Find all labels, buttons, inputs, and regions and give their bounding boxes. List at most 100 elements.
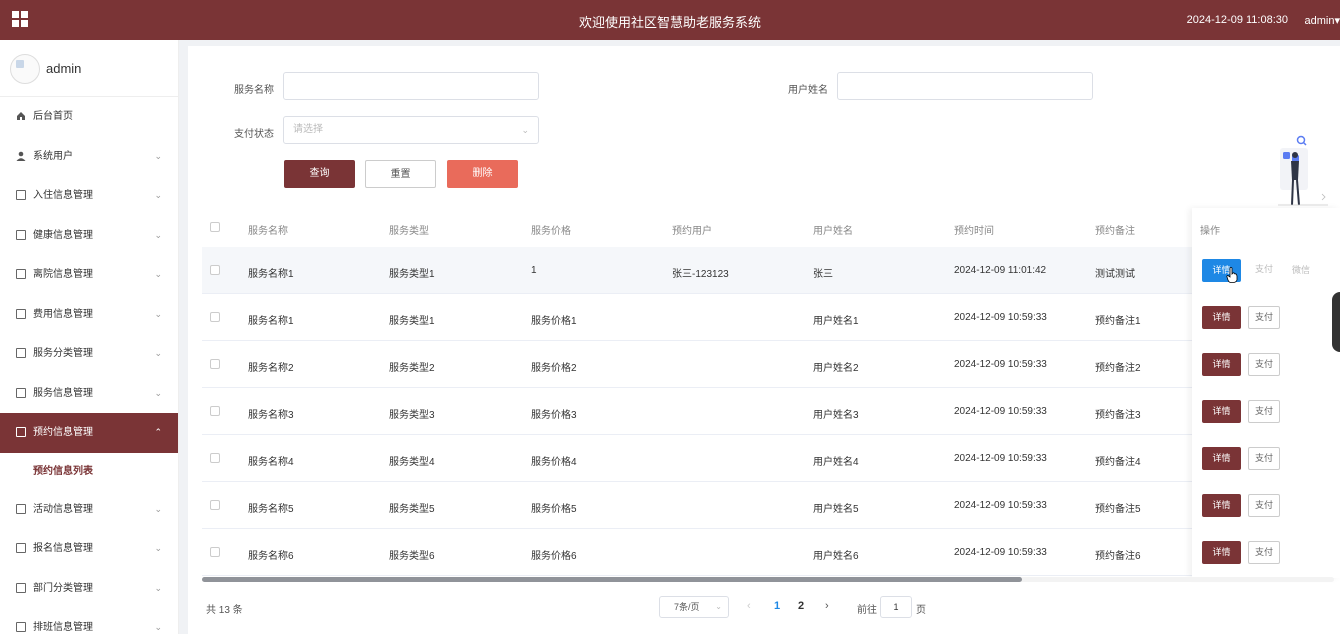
sidebar-item[interactable]: 部门分类管理 ⌄ — [0, 569, 178, 609]
delete-button[interactable]: 删除 — [447, 160, 518, 188]
sidebar-item[interactable]: 报名信息管理 ⌄ — [0, 529, 178, 569]
sidebar-item-label: 活动信息管理 — [33, 503, 93, 515]
pay-button[interactable]: 支付 — [1248, 494, 1280, 517]
chevron-icon: ⌄ — [154, 308, 162, 319]
horizontal-scrollbar[interactable] — [202, 577, 1022, 582]
sidebar-item[interactable]: 预约信息管理 ⌃ — [0, 413, 178, 453]
pay-button[interactable]: 支付 — [1248, 259, 1280, 282]
document-icon — [16, 269, 26, 279]
sidebar-item[interactable]: 排班信息管理 ⌄ — [0, 608, 178, 634]
table-cell: 2024-12-09 11:01:42 — [954, 265, 1047, 276]
page-1-button[interactable]: 1 — [774, 600, 780, 612]
table-row[interactable]: 服务名称2 服务类型2 服务价格2 用户姓名2 2024-12-09 10:59:33 预… — [202, 341, 1334, 388]
sidebar-item-label: 预约信息管理 — [33, 427, 93, 438]
pay-button[interactable]: 支付 — [1248, 541, 1280, 564]
detail-button[interactable]: 详情 — [1202, 541, 1241, 564]
row-checkbox[interactable] — [210, 265, 220, 275]
chevron-icon: ⌄ — [154, 348, 162, 358]
table-row[interactable]: 服务名称5 服务类型5 服务价格5 用户姓名5 2024-12-09 10:59:33 预… — [202, 482, 1334, 529]
sidebar-item-label: 费用信息管理 — [33, 308, 93, 320]
prev-page-icon[interactable]: ‹ — [747, 600, 751, 612]
page-2-button[interactable]: 2 — [798, 600, 804, 612]
goto-page-input[interactable]: 1 — [880, 596, 912, 618]
sidebar-item[interactable]: 离院信息管理 ⌄ — [0, 255, 178, 295]
goto-suffix: 页 — [916, 605, 926, 616]
row-checkbox[interactable] — [210, 453, 220, 463]
app-title: 欢迎使用社区智慧助老服务系统 — [578, 15, 761, 30]
table-cell: 用户姓名5 — [813, 504, 859, 515]
wechat-pay-button[interactable]: 微信 — [1292, 259, 1310, 282]
service-name-label: 服务名称 — [234, 85, 274, 96]
pay-button[interactable]: 支付 — [1248, 400, 1280, 423]
actions-column: 操作 详情 支付 微信 详情 支付 详情 支付 详情 支付 详情 支付 详情 支付 详情 支付 — [1192, 208, 1340, 578]
sidebar-item[interactable]: 入住信息管理 ⌄ — [0, 176, 178, 216]
chevron-icon: ⌄ — [154, 543, 162, 553]
table-cell: 服务名称4 — [248, 457, 294, 468]
chevron-down-icon: ⌄ — [715, 602, 722, 611]
user-name-label: 用户姓名 — [788, 85, 828, 96]
sidebar-item[interactable]: 系统用户 ⌄ — [0, 137, 178, 177]
table-row[interactable]: 服务名称3 服务类型3 服务价格3 用户姓名3 2024-12-09 10:59:33 预… — [202, 388, 1334, 435]
page-size-select[interactable]: 7条/页 ⌄ — [659, 596, 729, 618]
chevron-icon: ⌃ — [154, 427, 162, 437]
pay-button[interactable]: 支付 — [1248, 306, 1280, 329]
sidebar-item[interactable]: 服务信息管理 ⌄ — [0, 374, 178, 414]
floating-side-handle[interactable] — [1332, 292, 1340, 352]
sidebar-item[interactable]: 活动信息管理 ⌄ — [0, 490, 178, 530]
table-cell: 服务类型6 — [389, 551, 435, 562]
document-icon — [16, 308, 26, 319]
column-header: 用户姓名 — [813, 226, 853, 237]
document-icon — [16, 622, 26, 632]
row-checkbox[interactable] — [210, 359, 220, 369]
sidebar-item[interactable]: 后台首页 — [0, 97, 178, 137]
pay-button[interactable]: 支付 — [1248, 353, 1280, 376]
avatar — [10, 54, 40, 84]
chevron-icon: ⌄ — [154, 503, 162, 514]
row-checkbox[interactable] — [210, 547, 220, 557]
detail-button[interactable]: 详情 — [1202, 306, 1241, 329]
pay-status-select[interactable]: 请选择 ⌄ — [283, 116, 539, 144]
current-datetime: 2024-12-09 11:08:30 — [1186, 14, 1288, 26]
service-name-input[interactable] — [283, 72, 539, 100]
table-cell: 服务类型3 — [389, 410, 435, 421]
user-menu[interactable]: admin▾ — [1305, 14, 1340, 27]
sidebar-item-label: 排班信息管理 — [33, 622, 93, 633]
table-row[interactable]: 服务名称1 服务类型1 1 张三-123123 张三 2024-12-09 11:01:4… — [202, 247, 1334, 294]
sidebar-item[interactable]: 健康信息管理 ⌄ — [0, 216, 178, 256]
row-checkbox[interactable] — [210, 406, 220, 416]
pagination: 共 13 条 7条/页 ⌄ ‹ 1 2 › 前往 1 页 — [188, 594, 1340, 624]
table-cell: 2024-12-09 10:59:33 — [954, 547, 1047, 558]
sidebar-item[interactable]: 服务分类管理 ⌄ — [0, 334, 178, 374]
sidebar-item[interactable]: 费用信息管理 ⌄ — [0, 295, 178, 335]
row-checkbox[interactable] — [210, 500, 220, 510]
next-page-icon[interactable]: › — [825, 600, 829, 612]
table-cell: 服务价格1 — [531, 316, 577, 327]
detail-button[interactable]: 详情 — [1202, 494, 1241, 517]
chevron-icon: ⌄ — [154, 229, 162, 240]
column-header: 预约备注 — [1095, 226, 1135, 237]
pay-button[interactable]: 支付 — [1248, 447, 1280, 470]
query-button[interactable]: 查询 — [284, 160, 355, 188]
user-name-input[interactable] — [837, 72, 1093, 100]
table-row[interactable]: 服务名称4 服务类型4 服务价格4 用户姓名4 2024-12-09 10:59:33 预… — [202, 435, 1334, 482]
column-header: 服务价格 — [531, 226, 571, 237]
table-cell: 预约备注1 — [1095, 316, 1141, 327]
detail-button[interactable]: 详情 — [1202, 353, 1241, 376]
table-row[interactable]: 服务名称6 服务类型6 服务价格6 用户姓名6 2024-12-09 10:59:33 预… — [202, 529, 1334, 576]
select-all-checkbox[interactable] — [210, 222, 220, 232]
search-illustration-icon — [1278, 135, 1328, 206]
table-cell: 服务类型2 — [389, 363, 435, 374]
detail-button[interactable]: 详情 — [1202, 400, 1241, 423]
chevron-down-icon: ⌄ — [521, 125, 529, 135]
detail-button[interactable]: 详情 — [1202, 447, 1241, 470]
table-cell: 服务价格4 — [531, 457, 577, 468]
table-cell: 服务价格2 — [531, 363, 577, 374]
document-icon — [16, 427, 26, 437]
table-cell: 2024-12-09 10:59:33 — [954, 406, 1047, 417]
sidebar-subitem-appointment-list[interactable]: 预约信息列表 — [0, 453, 178, 490]
table-row[interactable]: 服务名称1 服务类型1 服务价格1 用户姓名1 2024-12-09 10:59:33 预… — [202, 294, 1334, 341]
chevron-icon: ⌄ — [154, 190, 162, 200]
reset-button[interactable]: 重置 — [365, 160, 436, 188]
sidebar-item-label: 服务信息管理 — [33, 387, 93, 399]
row-checkbox[interactable] — [210, 312, 220, 322]
